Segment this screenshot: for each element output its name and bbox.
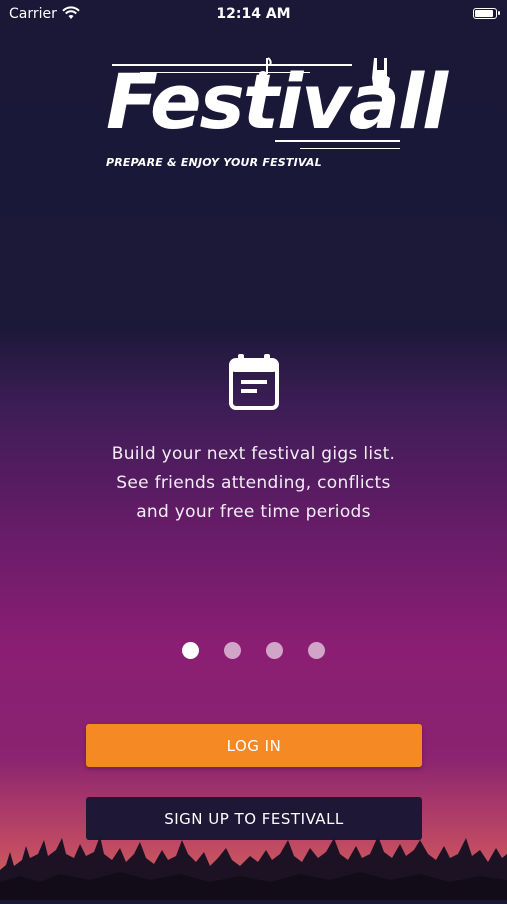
crowd-silhouette-image [0,810,507,900]
description-line: and your free time periods [136,502,371,522]
page-dot-3[interactable] [266,642,283,659]
page-dot-4[interactable] [308,642,325,659]
page-indicator [0,642,507,659]
description-line: See friends attending, conflicts [116,473,391,493]
page-dot-2[interactable] [224,642,241,659]
login-button[interactable]: LOG IN [86,724,422,767]
battery-icon [473,8,500,19]
page-dot-1[interactable] [182,642,199,659]
logo-wordmark: Festivall [106,57,448,146]
rock-hand-icon [368,56,394,98]
festivall-logo: Festivall PREPARE & ENJOY YOUR FESTIVAL [100,52,448,177]
clock: 12:14 AM [216,6,291,22]
status-bar: Carrier 12:14 AM [0,0,507,26]
description-line: Build your next festival gigs list. [111,444,396,464]
onboarding-description: Build your next festival gigs list. See … [40,440,467,527]
music-note-icon [258,56,272,82]
logo-tagline: PREPARE & ENJOY YOUR FESTIVAL [106,156,322,169]
calendar-icon [229,354,279,414]
